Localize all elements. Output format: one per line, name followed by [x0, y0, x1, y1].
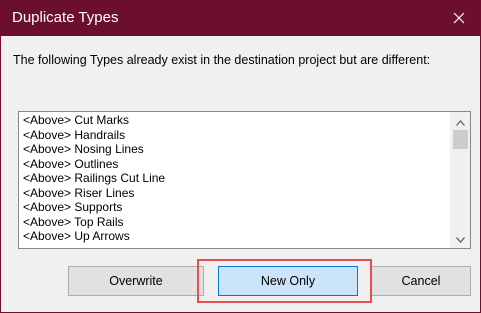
close-button[interactable] — [436, 0, 481, 36]
scroll-down-button[interactable] — [451, 230, 470, 247]
list-item[interactable]: <Above> Railings Cut Line — [23, 171, 165, 186]
duplicate-types-dialog: Duplicate Types The following Types alre… — [0, 0, 481, 313]
list-item[interactable]: <Above> Outlines — [23, 157, 165, 172]
scroll-up-button[interactable] — [451, 113, 470, 130]
list-item[interactable]: <Above> Riser Lines — [23, 186, 165, 201]
list-item[interactable]: <Above> Up Arrows — [23, 229, 165, 244]
title-bar[interactable]: Duplicate Types — [1, 0, 481, 36]
list-item[interactable]: <Above> Top Rails — [23, 215, 165, 230]
list-item[interactable]: <Above> Supports — [23, 200, 165, 215]
chevron-down-icon — [456, 230, 465, 248]
list-item[interactable]: <Above> Nosing Lines — [23, 142, 165, 157]
cancel-button[interactable]: Cancel — [371, 266, 471, 296]
vertical-scrollbar[interactable] — [450, 112, 470, 248]
list-item[interactable]: <Above> Handrails — [23, 128, 165, 143]
new-only-button[interactable]: New Only — [218, 266, 358, 296]
list-item[interactable]: <Above> Cut Marks — [23, 113, 165, 128]
chevron-up-icon — [456, 113, 465, 131]
overwrite-button[interactable]: Overwrite — [68, 266, 204, 296]
close-icon — [453, 12, 465, 24]
types-list: <Above> Cut Marks <Above> Handrails <Abo… — [23, 113, 165, 244]
scroll-thumb[interactable] — [453, 130, 468, 149]
dialog-message: The following Types already exist in the… — [13, 53, 431, 67]
dialog-title: Duplicate Types — [12, 9, 119, 26]
types-listbox[interactable]: <Above> Cut Marks <Above> Handrails <Abo… — [18, 111, 471, 249]
